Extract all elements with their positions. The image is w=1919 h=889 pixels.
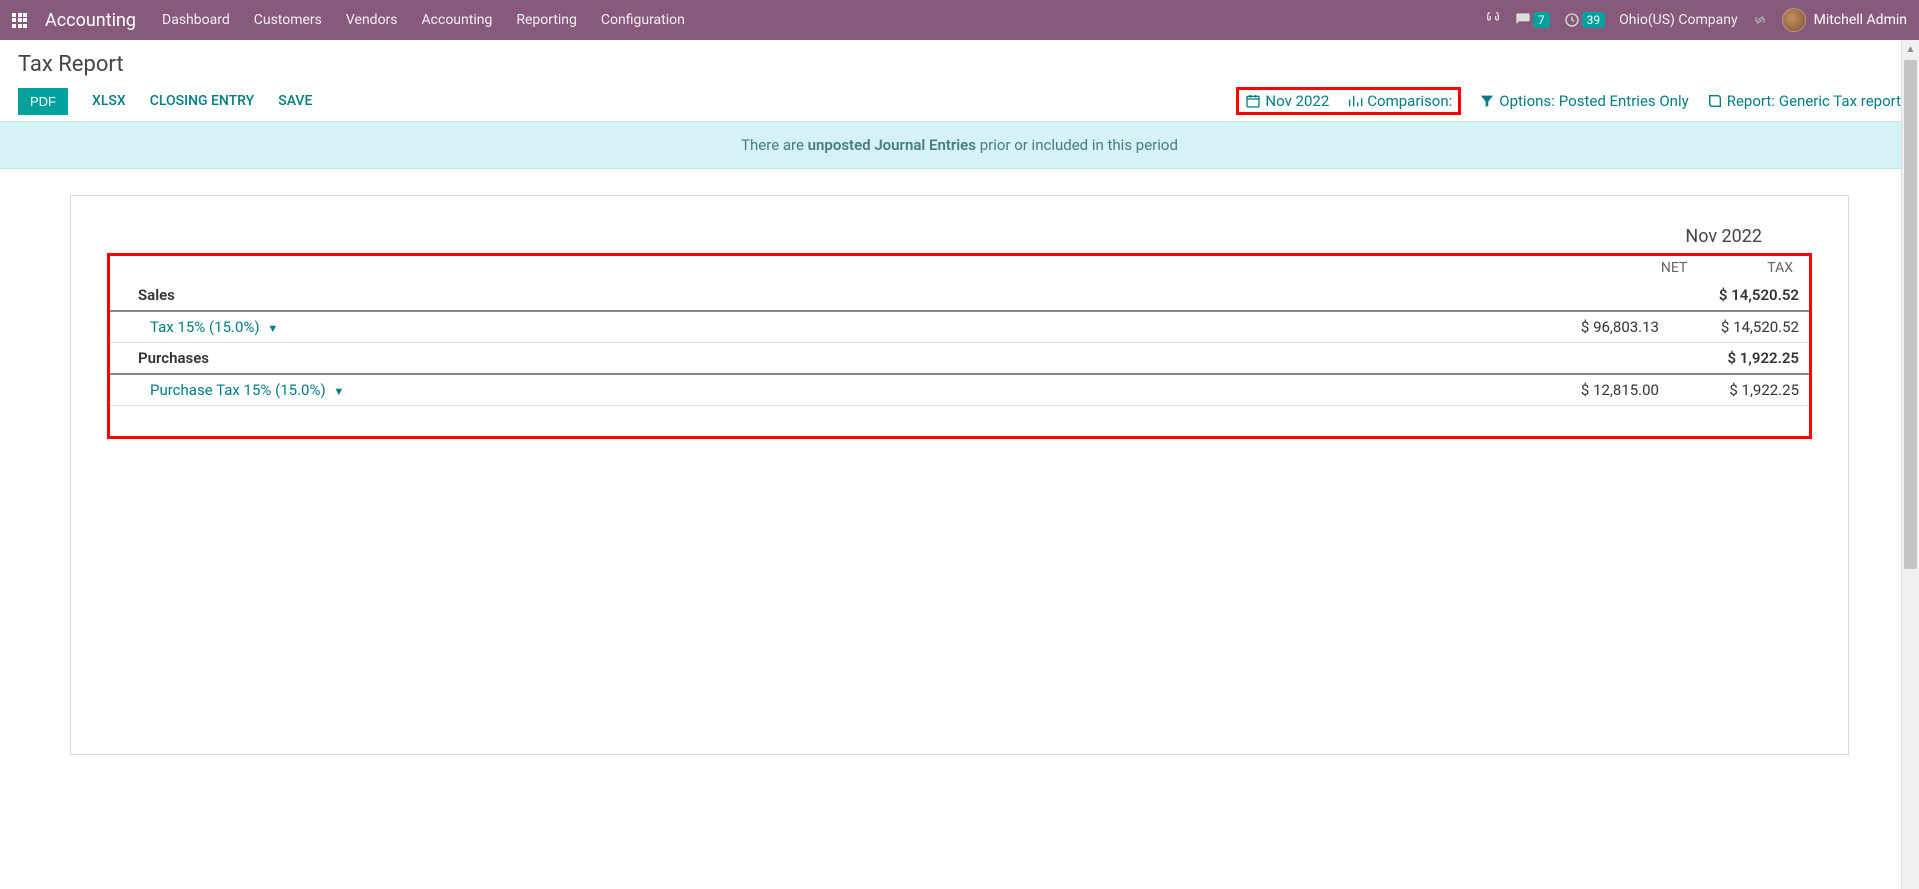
report-card: Nov 2022 NET TAX Sales $ 14,520.52 (70, 195, 1849, 755)
highlight-report-body: NET TAX Sales $ 14,520.52 Tax 15% (15.0%… (107, 253, 1812, 439)
scroll-thumb[interactable] (1904, 60, 1917, 569)
user-name: Mitchell Admin (1814, 12, 1907, 28)
period-header: Nov 2022 (107, 226, 1812, 247)
closing-entry-button[interactable]: CLOSING ENTRY (150, 93, 255, 109)
activities-badge: 39 (1582, 12, 1606, 28)
options-prefix: Options: (1499, 92, 1555, 110)
section-name: Purchases (110, 343, 1529, 375)
section-net (1529, 343, 1669, 375)
scroll-up-icon[interactable]: ▲ (1902, 40, 1919, 58)
section-tax: $ 1,922.25 (1669, 343, 1809, 375)
options-filter[interactable]: Options: Posted Entries Only (1479, 92, 1688, 110)
detail-row-sales-tax15[interactable]: Tax 15% (15.0%) ▼ $ 96,803.13 $ 14,520.5… (110, 311, 1809, 343)
comparison-filter-label: Comparison: (1367, 92, 1452, 110)
save-button[interactable]: SAVE (278, 93, 312, 109)
brand-label[interactable]: Accounting (45, 10, 136, 31)
menu-accounting[interactable]: Accounting (422, 12, 493, 28)
content-area: Nov 2022 NET TAX Sales $ 14,520.52 (0, 169, 1919, 781)
section-name: Sales (110, 280, 1529, 311)
main-menu: Dashboard Customers Vendors Accounting R… (162, 12, 685, 28)
row-tax: $ 1,922.25 (1669, 374, 1809, 406)
apps-icon[interactable] (12, 13, 27, 28)
caret-down-icon[interactable]: ▼ (333, 385, 344, 398)
section-tax: $ 14,520.52 (1669, 280, 1809, 311)
comparison-filter[interactable]: Comparison: (1347, 92, 1452, 110)
menu-configuration[interactable]: Configuration (601, 12, 685, 28)
user-menu[interactable]: Mitchell Admin (1782, 8, 1907, 32)
phone-icon[interactable] (1485, 12, 1501, 28)
col-net-header: NET (1661, 260, 1687, 276)
avatar-icon (1782, 8, 1806, 32)
detail-row-purchase-tax15[interactable]: Purchase Tax 15% (15.0%) ▼ $ 12,815.00 $… (110, 374, 1809, 406)
activities-icon[interactable]: 39 (1564, 12, 1606, 28)
col-tax-header: TAX (1767, 260, 1793, 276)
messages-icon[interactable]: 7 (1515, 12, 1550, 28)
report-prefix: Report: (1727, 92, 1775, 110)
date-filter-label: Nov 2022 (1265, 92, 1329, 110)
section-row-purchases[interactable]: Purchases $ 1,922.25 (110, 343, 1809, 375)
row-net: $ 12,815.00 (1529, 374, 1669, 406)
info-banner[interactable]: There are unposted Journal Entries prior… (0, 121, 1919, 169)
tax-report-table: Sales $ 14,520.52 Tax 15% (15.0%) ▼ $ 96… (110, 280, 1809, 406)
row-tax: $ 14,520.52 (1669, 311, 1809, 343)
control-panel: Tax Report PDF XLSX CLOSING ENTRY SAVE N… (0, 40, 1919, 121)
date-filter[interactable]: Nov 2022 (1245, 92, 1329, 110)
menu-customers[interactable]: Customers (254, 12, 322, 28)
debug-icon[interactable] (1752, 12, 1768, 28)
pdf-button[interactable]: PDF (18, 88, 68, 115)
vertical-scrollbar[interactable]: ▲ (1901, 40, 1919, 889)
company-selector[interactable]: Ohio(US) Company (1619, 12, 1737, 28)
banner-bold: unposted Journal Entries (808, 136, 976, 154)
report-filter[interactable]: Report: Generic Tax report (1707, 92, 1901, 110)
section-row-sales[interactable]: Sales $ 14,520.52 (110, 280, 1809, 311)
menu-reporting[interactable]: Reporting (516, 12, 577, 28)
page-title: Tax Report (18, 52, 1901, 77)
row-net: $ 96,803.13 (1529, 311, 1669, 343)
menu-vendors[interactable]: Vendors (346, 12, 398, 28)
top-navbar: Accounting Dashboard Customers Vendors A… (0, 0, 1919, 40)
tax-link[interactable]: Tax 15% (15.0%) (150, 318, 260, 336)
xlsx-button[interactable]: XLSX (92, 93, 126, 109)
caret-down-icon[interactable]: ▼ (267, 322, 278, 335)
banner-suffix: prior or included in this period (976, 136, 1178, 154)
section-net (1529, 280, 1669, 311)
highlight-date-comparison: Nov 2022 Comparison: (1236, 87, 1461, 115)
banner-prefix: There are (741, 136, 808, 154)
report-value: Generic Tax report (1779, 92, 1901, 110)
menu-dashboard[interactable]: Dashboard (162, 12, 230, 28)
messages-badge: 7 (1533, 12, 1550, 28)
tax-link[interactable]: Purchase Tax 15% (15.0%) (150, 381, 326, 399)
options-value: Posted Entries Only (1559, 92, 1689, 110)
